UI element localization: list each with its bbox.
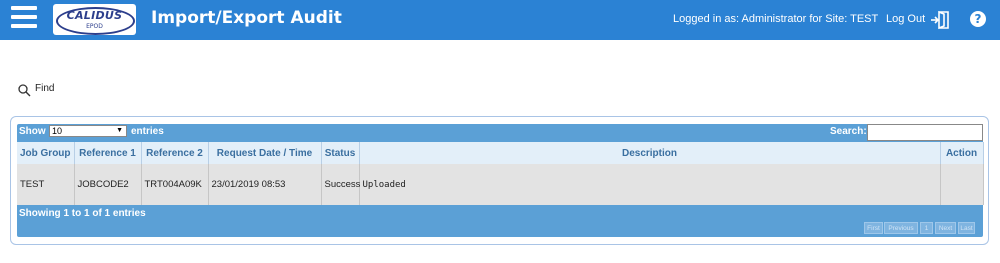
menu-icon[interactable] [11, 6, 37, 34]
table-header-row: Job Group Reference 1 Reference 2 Reques… [17, 142, 984, 164]
search-input[interactable] [867, 124, 983, 141]
top-bar: CALIDUS EPOD Import/Export Audit Logged … [0, 0, 1000, 40]
table-row[interactable]: TEST JOBCODE2 TRT004A09K 23/01/2019 08:5… [17, 164, 984, 205]
logo-subtext: EPOD [86, 23, 103, 30]
pager-first-button[interactable]: First [864, 222, 883, 234]
audit-table: Job Group Reference 1 Reference 2 Reques… [17, 142, 984, 205]
column-header-status[interactable]: Status [321, 142, 360, 164]
help-icon[interactable]: ? [970, 11, 986, 27]
logout-icon[interactable] [930, 9, 952, 31]
pager-last-button[interactable]: Last [958, 222, 975, 234]
entries-select[interactable]: 10 ▼ [49, 125, 127, 137]
search-icon [18, 84, 31, 97]
cell-status: Success [321, 164, 360, 205]
logged-in-status: Logged in as: Administrator for Site: TE… [673, 13, 879, 25]
pager-page-1-button[interactable]: 1 [920, 222, 933, 234]
column-header-job-group[interactable]: Job Group [17, 142, 75, 164]
column-header-reference-1[interactable]: Reference 1 [74, 142, 142, 164]
cell-request-date-time: 23/01/2019 08:53 [208, 164, 322, 205]
column-header-action[interactable]: Action [940, 142, 984, 164]
pager-previous-button[interactable]: Previous [884, 222, 918, 234]
column-header-request-date-time[interactable]: Request Date / Time [208, 142, 322, 164]
cell-reference-1: JOBCODE2 [74, 164, 142, 205]
cell-description: Uploaded [359, 164, 941, 205]
logout-link[interactable]: Log Out [886, 13, 925, 25]
show-label: Show [19, 126, 46, 137]
logo-text: CALIDUS [66, 9, 123, 22]
page-title: Import/Export Audit [151, 8, 342, 28]
pager-next-button[interactable]: Next [935, 222, 956, 234]
table-info: Showing 1 to 1 of 1 entries [19, 208, 146, 219]
cell-reference-2: TRT004A09K [141, 164, 209, 205]
cell-job-group: TEST [17, 164, 75, 205]
find-label: Find [35, 83, 55, 94]
dropdown-arrow-icon: ▼ [116, 127, 123, 134]
entries-select-value: 10 [52, 126, 63, 136]
column-header-description[interactable]: Description [359, 142, 941, 164]
cell-action[interactable] [940, 164, 984, 205]
entries-label: entries [131, 126, 164, 137]
calidus-logo: CALIDUS EPOD [53, 4, 136, 35]
column-header-reference-2[interactable]: Reference 2 [141, 142, 209, 164]
search-label: Search: [830, 126, 867, 137]
